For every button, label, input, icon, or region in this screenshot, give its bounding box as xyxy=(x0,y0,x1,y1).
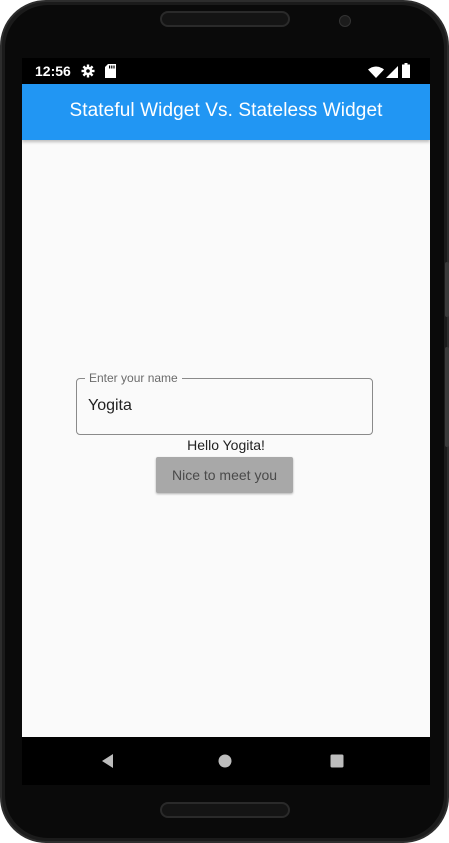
wifi-icon xyxy=(368,65,384,83)
gear-icon xyxy=(81,64,95,83)
nice-to-meet-you-button[interactable]: Nice to meet you xyxy=(156,457,293,493)
name-input[interactable] xyxy=(88,397,358,415)
app-bar-title: Stateful Widget Vs. Stateless Widget xyxy=(69,100,383,121)
bottom-speaker xyxy=(160,802,290,818)
greeting-text: Hello Yogita! xyxy=(187,437,265,453)
home-icon[interactable] xyxy=(195,737,255,785)
status-time: 12:56 xyxy=(35,63,71,79)
recents-icon[interactable] xyxy=(307,737,367,785)
app-bar: Stateful Widget Vs. Stateless Widget xyxy=(22,84,430,140)
navigation-bar xyxy=(22,737,430,785)
phone-frame: 12:56 Stateful Widget Vs. Stateless Widg… xyxy=(0,0,449,843)
device-screen: 12:56 Stateful Widget Vs. Stateless Widg… xyxy=(22,58,430,737)
power-button[interactable] xyxy=(445,347,449,447)
battery-icon xyxy=(402,63,410,83)
status-bar: 12:56 xyxy=(22,58,430,84)
back-icon[interactable] xyxy=(78,737,138,785)
signal-icon xyxy=(386,65,398,83)
name-text-field[interactable]: Enter your name xyxy=(76,371,373,435)
front-camera xyxy=(339,15,351,27)
volume-button[interactable] xyxy=(445,262,449,317)
sd-card-icon xyxy=(105,64,116,83)
name-field-label: Enter your name xyxy=(85,371,182,385)
top-speaker xyxy=(160,11,290,27)
